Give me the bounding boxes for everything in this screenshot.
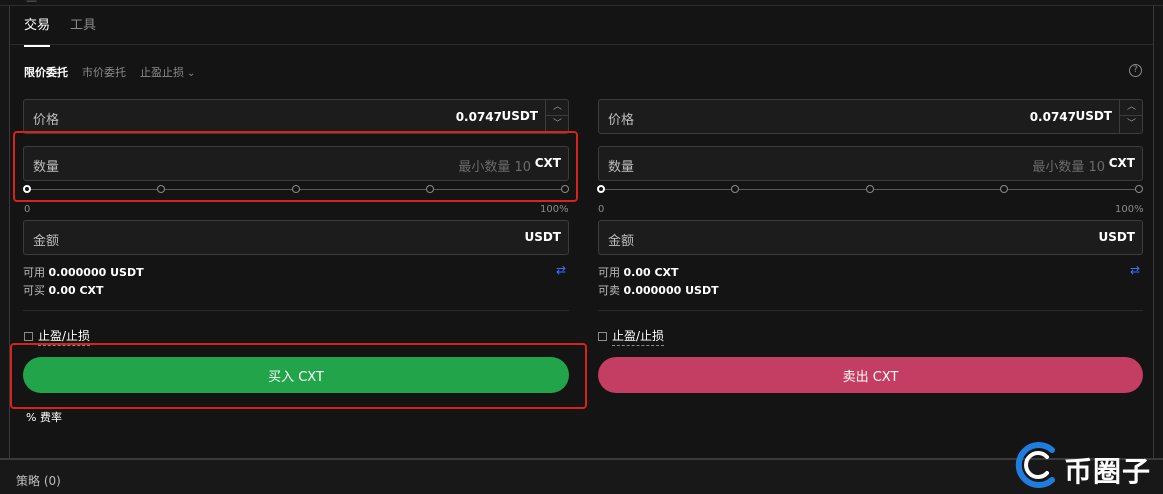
slider-node-0[interactable]	[597, 185, 605, 193]
buy-available-value: 0.000000 USDT	[48, 266, 144, 279]
order-type-stop[interactable]: 止盈止损 ⌄	[140, 64, 195, 80]
sell-total-unit: USDT	[1098, 230, 1135, 244]
tabs-divider	[10, 44, 1153, 45]
watermark-logo-icon	[1015, 442, 1055, 488]
sell-max-value: 0.000000 USDT	[623, 284, 719, 297]
buy-price-field[interactable]: 价格 0.0747 USDT ︿ ﹀	[23, 99, 569, 134]
swap-icon[interactable]: ⇄	[1130, 263, 1140, 277]
tab-trade[interactable]: 交易	[24, 14, 51, 47]
panel-tabs: 交易 工具	[24, 14, 96, 47]
sell-price-unit: USDT	[1075, 109, 1112, 123]
slider-node-100[interactable]	[1135, 185, 1143, 193]
sell-quantity-label: 数量	[608, 160, 635, 175]
order-type-market[interactable]: 市价委托	[82, 64, 126, 80]
left-rail	[0, 6, 10, 458]
trade-panel: 交易 工具 限价委托 市价委托 止盈止损 ⌄ ? 价格 0.0747 USDT ︿…	[10, 6, 1153, 458]
buy-divider	[23, 310, 569, 311]
order-type-stop-label: 止盈止损	[140, 66, 184, 79]
sell-tpsl-checkbox[interactable]	[598, 332, 607, 341]
sell-price-stepper[interactable]: ︿ ﹀	[1119, 99, 1143, 134]
buy-tpsl-checkbox[interactable]	[24, 332, 33, 341]
watermark-text: 币圈子	[1064, 455, 1152, 488]
buy-price-label: 价格	[33, 113, 60, 128]
sell-quantity-placeholder: 最小数量 10	[1032, 160, 1105, 175]
buy-available: 可用 0.000000 USDT	[23, 264, 144, 280]
buy-price-unit: USDT	[501, 109, 538, 123]
watermark: 币圈子	[1012, 438, 1162, 492]
swap-icon[interactable]: ⇄	[556, 263, 566, 277]
buy-available-label: 可用	[23, 266, 45, 279]
stepper-up-icon[interactable]: ︿	[1120, 99, 1143, 116]
sell-available-label: 可用	[598, 266, 620, 279]
order-type-limit[interactable]: 限价委托	[24, 64, 68, 80]
sell-quantity-field[interactable]: 数量 最小数量 10 CXT	[598, 146, 1143, 181]
buy-total-unit: USDT	[524, 230, 561, 244]
bottom-bar: 策略 (0)	[0, 458, 1163, 494]
right-rail	[1153, 6, 1163, 458]
highlight-box-quantity	[13, 131, 578, 202]
buy-max: 可买 0.00 CXT	[23, 282, 104, 298]
sell-total-label: 金额	[608, 234, 635, 249]
sell-tpsl-label: 止盈/止损	[612, 327, 665, 346]
buy-price-stepper[interactable]: ︿ ﹀	[545, 99, 569, 134]
sell-divider	[598, 310, 1143, 311]
buy-slider-min: 0	[24, 204, 31, 215]
fee-rate-link[interactable]: % 费率	[26, 409, 62, 425]
sell-button[interactable]: 卖出 CXT	[598, 357, 1143, 393]
sell-max: 可卖 0.000000 USDT	[598, 282, 719, 298]
sell-amount-slider[interactable]	[597, 185, 1143, 195]
sell-slider-max: 100%	[1115, 204, 1144, 215]
slider-node-75[interactable]	[1000, 185, 1008, 193]
sell-quantity-unit: CXT	[1108, 156, 1135, 170]
stepper-up-icon[interactable]: ︿	[546, 99, 569, 116]
help-icon[interactable]: ?	[1129, 64, 1142, 77]
sell-total-field[interactable]: 金额 USDT	[598, 220, 1143, 255]
buy-slider-max: 100%	[540, 204, 569, 215]
strategy-tab[interactable]: 策略 (0)	[16, 472, 61, 489]
slider-node-50[interactable]	[866, 185, 874, 193]
sell-tpsl-toggle[interactable]: 止盈/止损	[598, 327, 665, 346]
sell-price-field[interactable]: 价格 0.0747 USDT ︿ ﹀	[598, 99, 1143, 134]
buy-max-value: 0.00 CXT	[48, 284, 104, 297]
buy-total-label: 金额	[33, 234, 60, 249]
sell-available: 可用 0.00 CXT	[598, 264, 679, 280]
tab-tools[interactable]: 工具	[70, 14, 96, 47]
slider-node-25[interactable]	[731, 185, 739, 193]
buy-price-value: 0.0747	[455, 110, 502, 124]
chevron-down-icon: ⌄	[187, 68, 196, 79]
buy-total-field[interactable]: 金额 USDT	[23, 220, 569, 255]
stepper-down-icon[interactable]: ﹀	[1120, 116, 1143, 133]
sell-price-value: 0.0747	[1029, 110, 1076, 124]
highlight-box-buy	[10, 343, 587, 409]
sell-available-value: 0.00 CXT	[623, 266, 679, 279]
buy-max-label: 可买	[23, 284, 45, 297]
sell-max-label: 可卖	[598, 284, 620, 297]
order-type-tabs: 限价委托 市价委托 止盈止损 ⌄	[24, 64, 195, 80]
sell-price-label: 价格	[608, 113, 635, 128]
sell-slider-min: 0	[598, 204, 605, 215]
